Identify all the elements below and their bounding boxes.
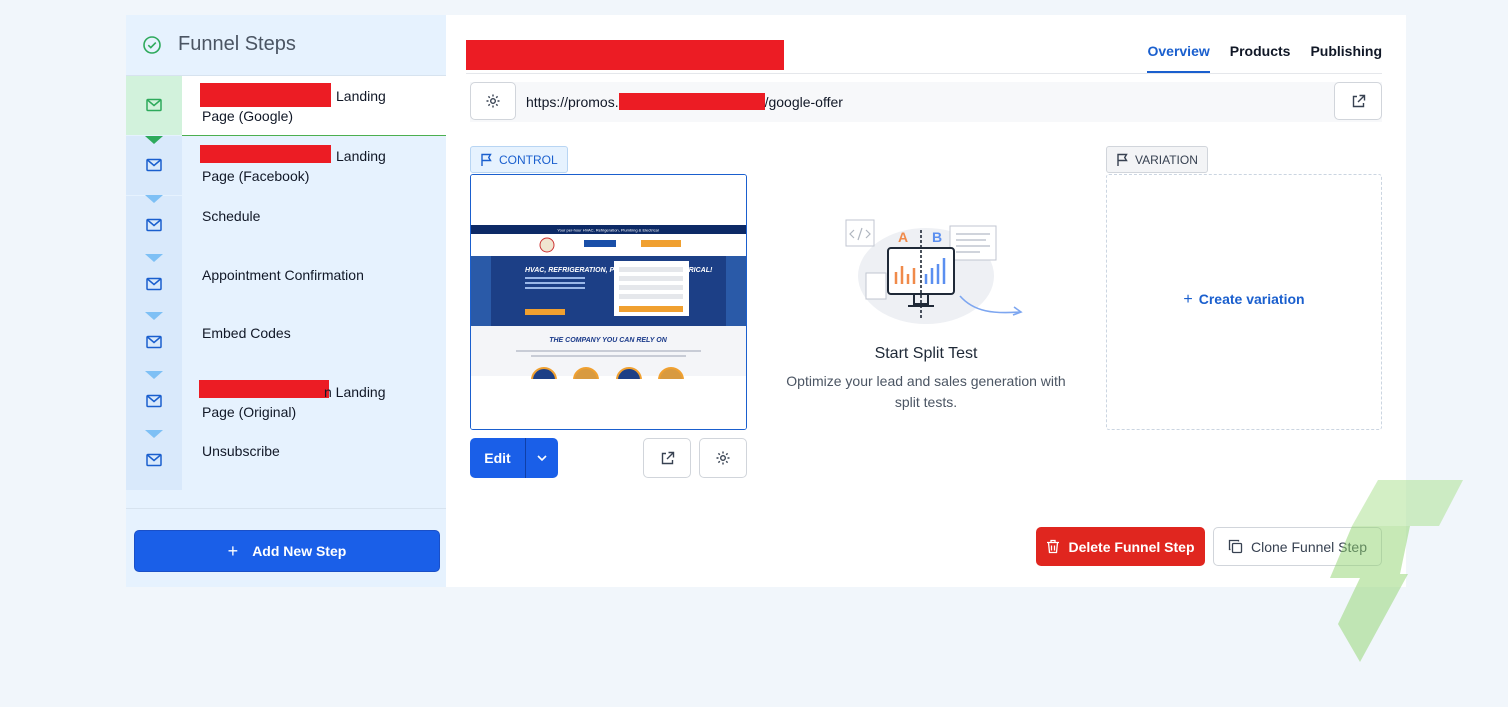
control-settings-button[interactable] <box>699 438 747 478</box>
step-icon-column <box>126 136 182 196</box>
delete-label: Delete Funnel Step <box>1068 538 1195 555</box>
variation-placeholder: + Create variation <box>1106 174 1382 430</box>
tab-publishing[interactable]: Publishing <box>1310 43 1382 73</box>
brand-watermark-logo <box>1330 480 1463 662</box>
add-new-step-label: Add New Step <box>252 543 347 559</box>
tab-divider <box>466 73 1382 74</box>
step-label: Appointment Confirmation <box>202 267 364 283</box>
mail-icon <box>146 98 162 112</box>
step-icon-column <box>126 430 182 491</box>
create-variation-link[interactable]: + Create variation <box>1107 291 1381 309</box>
step-label: Unsubscribe <box>202 443 280 459</box>
step-label: Landing Page (Facebook) <box>202 148 386 184</box>
add-new-step-button[interactable]: + Add New Step <box>134 530 440 572</box>
external-link-icon <box>1352 94 1365 107</box>
external-link-icon <box>661 451 674 464</box>
url-text: https://promos./google-offer <box>526 93 843 110</box>
sidebar-footer: + Add New Step <box>126 508 446 588</box>
variation-label: VARIATION <box>1135 152 1198 167</box>
funnel-steps-sidebar: Funnel Steps Landing Page (Google) Landi… <box>126 15 446 587</box>
step-icon-column <box>126 195 182 256</box>
split-test-title: Start Split Test <box>874 345 978 362</box>
control-page-preview[interactable]: Your per-hour HVAC, Refrigeration, Plumb… <box>470 174 747 430</box>
mail-icon <box>146 394 162 408</box>
redacted-page-title <box>466 40 784 70</box>
check-circle-icon <box>143 36 161 54</box>
edit-dropdown-toggle[interactable] <box>525 438 558 478</box>
sidebar-title: Funnel Steps <box>178 33 296 55</box>
step-icon-column <box>126 371 182 432</box>
edit-button-group: Edit <box>470 438 558 478</box>
control-tag: CONTROL <box>470 146 568 173</box>
sidebar-header: Funnel Steps <box>126 15 446 76</box>
step-appointment-confirmation[interactable]: Appointment Confirmation <box>126 254 446 315</box>
step-icon-column <box>126 312 182 373</box>
thumb-tagline: THE COMPANY YOU CAN RELY ON <box>549 337 668 344</box>
copy-icon <box>1228 539 1243 554</box>
step-connector-arrow <box>145 136 163 144</box>
mail-icon <box>146 453 162 467</box>
redacted-domain <box>618 93 765 110</box>
step-detail-panel: Overview Products Publishing https://pro… <box>446 15 1406 587</box>
plus-icon: + <box>227 540 239 561</box>
gear-icon <box>486 94 500 108</box>
trash-icon <box>1047 539 1060 554</box>
landing-page-thumbnail: Your per-hour HVAC, Refrigeration, Plumb… <box>471 175 746 429</box>
tab-overview[interactable]: Overview <box>1147 43 1210 73</box>
flag-icon <box>481 153 492 166</box>
mail-icon <box>146 158 162 172</box>
step-label: Landing Page (Google) <box>202 88 386 124</box>
step-landing-page-facebook[interactable]: Landing Page (Facebook) <box>126 136 446 196</box>
delete-funnel-step-button[interactable]: Delete Funnel Step <box>1036 527 1205 566</box>
step-unsubscribe[interactable]: Unsubscribe <box>126 430 446 491</box>
control-label: CONTROL <box>499 152 558 167</box>
mail-icon <box>146 218 162 232</box>
flag-icon <box>1117 153 1128 166</box>
chevron-down-icon <box>537 455 547 462</box>
tab-products[interactable]: Products <box>1230 43 1291 73</box>
plus-icon: + <box>1183 291 1193 308</box>
edit-button[interactable]: Edit <box>470 438 525 478</box>
tab-bar: Overview Products Publishing <box>1147 43 1382 73</box>
step-connector-arrow <box>145 371 163 379</box>
url-bar: https://promos./google-offer <box>470 82 1382 122</box>
mail-icon <box>146 277 162 291</box>
mail-icon <box>146 335 162 349</box>
step-connector-arrow <box>145 195 163 203</box>
step-landing-page-google[interactable]: Landing Page (Google) <box>126 76 446 144</box>
step-connector-arrow <box>145 312 163 320</box>
step-landing-page-original[interactable]: n Landing Page (Original) <box>126 371 446 432</box>
open-preview-button[interactable] <box>643 438 691 478</box>
step-label: Schedule <box>202 208 261 224</box>
split-test-prompt: Start Split Test Optimize your lead and … <box>786 215 1066 413</box>
step-icon-column <box>126 254 182 315</box>
step-connector-arrow <box>145 254 163 262</box>
step-label: Embed Codes <box>202 325 291 341</box>
step-connector-arrow <box>145 430 163 438</box>
step-icon-column <box>126 76 182 136</box>
step-embed-codes[interactable]: Embed Codes <box>126 312 446 373</box>
step-schedule[interactable]: Schedule <box>126 195 446 256</box>
variation-tag: VARIATION <box>1106 146 1208 173</box>
gear-icon <box>716 451 730 465</box>
url-settings-button[interactable] <box>470 82 516 120</box>
thumb-banner-text: Your per-hour HVAC, Refrigeration, Plumb… <box>557 228 658 233</box>
split-test-description: Optimize your lead and sales generation … <box>786 373 1066 410</box>
open-url-button[interactable] <box>1334 82 1382 120</box>
step-label: n Landing Page (Original) <box>202 384 386 420</box>
